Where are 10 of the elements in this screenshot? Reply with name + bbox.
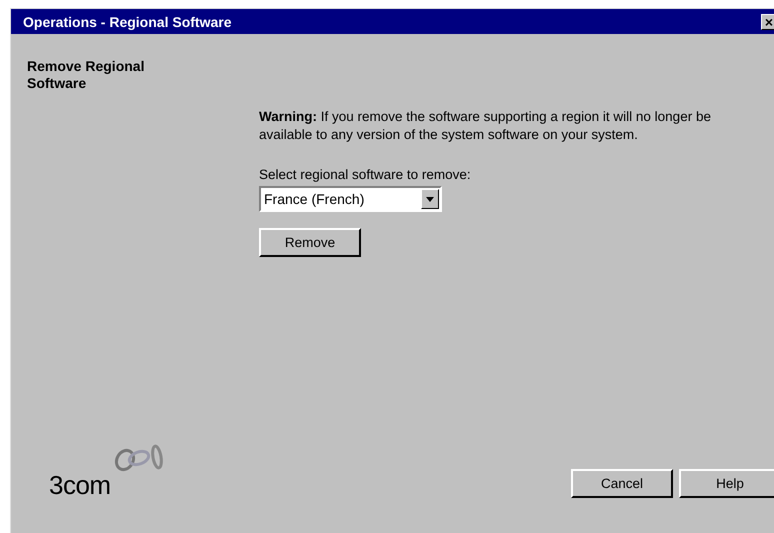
dialog-button[interactable]: Cancel: [571, 469, 673, 498]
close-button[interactable]: ×: [761, 14, 774, 30]
region-dropdown[interactable]: France (French): [259, 186, 442, 212]
window-title: Operations - Regional Software: [23, 14, 232, 30]
page-heading: Remove Regional Software: [27, 58, 146, 92]
logo-text: 3com: [49, 472, 111, 498]
select-label: Select regional software to remove:: [259, 167, 471, 183]
dialog-button[interactable]: Help: [679, 469, 774, 498]
remove-button[interactable]: Remove: [259, 228, 361, 257]
warning-text: Warning: If you remove the software supporting a region it will no longer be available to any version of the system software on your system.: [259, 108, 712, 144]
